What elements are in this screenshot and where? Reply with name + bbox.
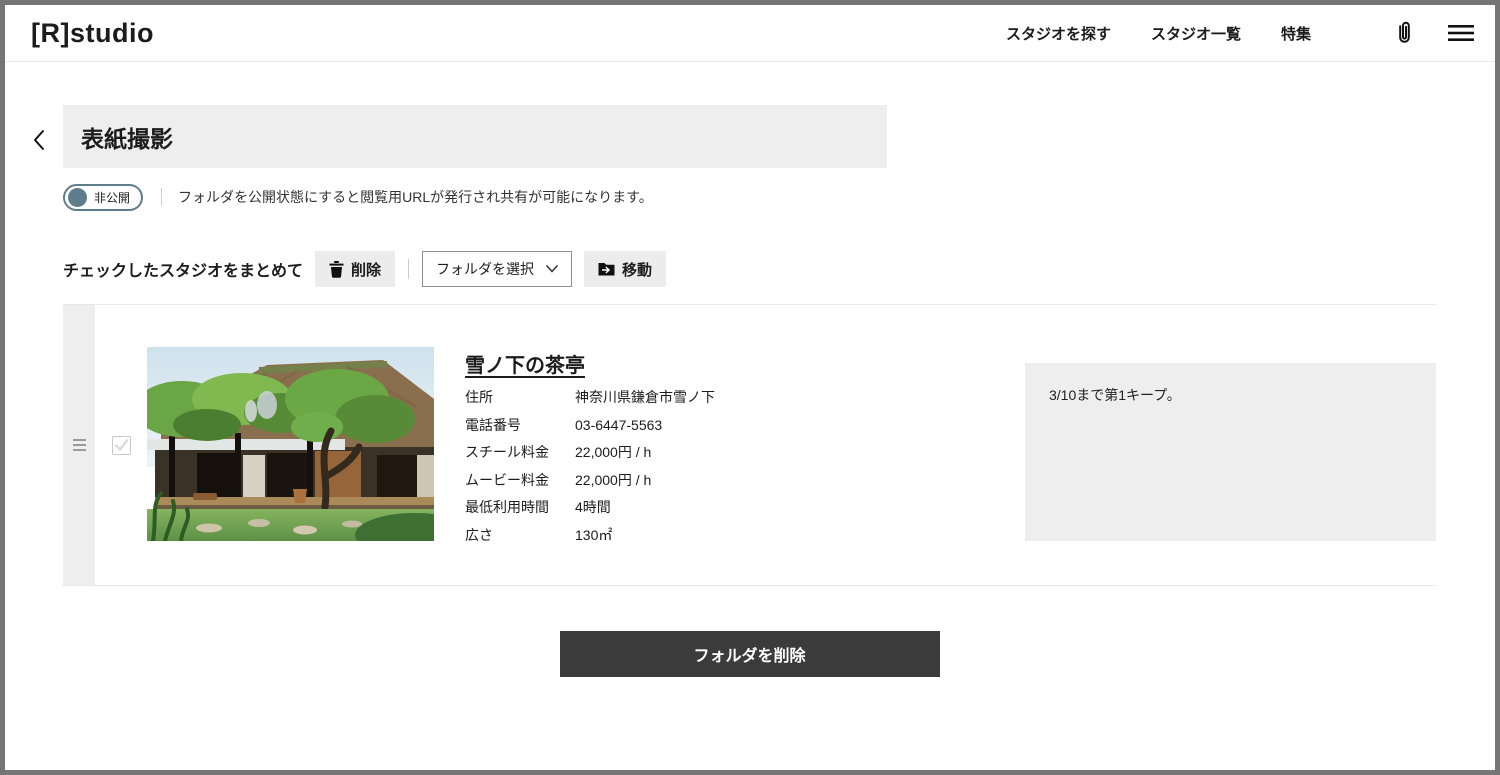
detail-label: 広さ — [465, 528, 575, 543]
bulk-move-label: 移動 — [622, 259, 652, 280]
bulk-delete-label: 削除 — [351, 259, 381, 280]
detail-value: 4時間 — [575, 500, 611, 515]
studio-checkbox[interactable] — [112, 436, 131, 455]
toggle-knob — [68, 188, 87, 207]
row-check-zone — [95, 305, 147, 585]
nav-find-studio[interactable]: スタジオを探す — [1006, 23, 1111, 44]
nav-features[interactable]: 特集 — [1281, 23, 1311, 44]
studio-photo[interactable] — [147, 347, 434, 541]
drag-handle-icon[interactable] — [73, 439, 86, 451]
logo[interactable]: [R]studio — [31, 18, 154, 49]
detail-value: 130㎡ — [575, 528, 612, 543]
detail-row: 住所 神奈川県鎌倉市雪ノ下 — [465, 390, 715, 405]
detail-row: 電話番号 03-6447-5563 — [465, 418, 715, 433]
detail-label: 住所 — [465, 390, 575, 405]
folder-title-bar: 表紙撮影 — [63, 105, 887, 168]
detail-value: 22,000円 / h — [575, 445, 651, 460]
detail-value: 22,000円 / h — [575, 473, 651, 488]
detail-row: 広さ 130㎡ — [465, 528, 715, 543]
detail-row: ムービー料金 22,000円 / h — [465, 473, 715, 488]
detail-value: 03-6447-5563 — [575, 418, 662, 433]
divider — [408, 259, 409, 279]
detail-value: 神奈川県鎌倉市雪ノ下 — [575, 390, 715, 405]
detail-label: 電話番号 — [465, 418, 575, 433]
hamburger-menu-icon[interactable] — [1447, 23, 1475, 43]
studio-list: 雪ノ下の茶亭 住所 神奈川県鎌倉市雪ノ下 電話番号 03-6447-5563 ス… — [63, 304, 1436, 586]
detail-row: スチール料金 22,000円 / h — [465, 445, 715, 460]
folder-select-dropdown[interactable]: フォルダを選択 — [422, 251, 572, 287]
divider — [161, 188, 162, 206]
detail-row: 最低利用時間 4時間 — [465, 500, 715, 515]
bulk-actions-label: チェックしたスタジオをまとめて — [63, 257, 303, 281]
nav-icons — [1393, 20, 1475, 46]
row-drag-area[interactable] — [63, 305, 95, 585]
detail-label: ムービー料金 — [465, 473, 575, 488]
studio-row: 雪ノ下の茶亭 住所 神奈川県鎌倉市雪ノ下 電話番号 03-6447-5563 ス… — [63, 305, 1436, 585]
bulk-actions-row: チェックしたスタジオをまとめて 削除 フォルダを選択 移動 — [63, 251, 1436, 287]
paperclip-icon[interactable] — [1393, 20, 1415, 46]
bulk-delete-button[interactable]: 削除 — [315, 251, 395, 287]
checkmark-icon — [114, 439, 129, 452]
detail-label: 最低利用時間 — [465, 500, 575, 515]
detail-label: スチール料金 — [465, 445, 575, 460]
header: [R]studio スタジオを探す スタジオ一覧 特集 — [5, 5, 1495, 62]
folder-select-value: フォルダを選択 — [436, 259, 534, 279]
bulk-move-button[interactable]: 移動 — [584, 251, 666, 287]
toggle-label: 非公開 — [94, 189, 130, 206]
folder-move-icon — [598, 262, 615, 276]
studio-details: 雪ノ下の茶亭 住所 神奈川県鎌倉市雪ノ下 電話番号 03-6447-5563 ス… — [465, 349, 715, 585]
delete-folder-button[interactable]: フォルダを削除 — [560, 631, 940, 677]
page: { "header": { "logo": "[R]studio", "nav"… — [0, 0, 1500, 775]
chevron-left-icon — [32, 128, 46, 152]
page-title: 表紙撮影 — [81, 120, 173, 154]
trash-icon — [329, 261, 344, 278]
studio-memo-field[interactable]: 3/10まで第1キープ。 — [1025, 363, 1436, 541]
main-nav: スタジオを探す スタジオ一覧 特集 — [1006, 20, 1475, 46]
studio-name-link[interactable]: 雪ノ下の茶亭 — [465, 349, 585, 378]
main-content: 表紙撮影 非公開 フォルダを公開状態にすると閲覧用URLが発行され共有が可能にな… — [63, 105, 1436, 677]
visibility-toggle[interactable]: 非公開 — [63, 184, 143, 211]
nav-studio-list[interactable]: スタジオ一覧 — [1151, 23, 1241, 44]
visibility-note: フォルダを公開状態にすると閲覧用URLが発行され共有が可能になります。 — [178, 187, 653, 207]
visibility-row: 非公開 フォルダを公開状態にすると閲覧用URLが発行され共有が可能になります。 — [63, 183, 1436, 211]
back-button[interactable] — [27, 126, 51, 154]
chevron-down-icon — [546, 265, 558, 273]
